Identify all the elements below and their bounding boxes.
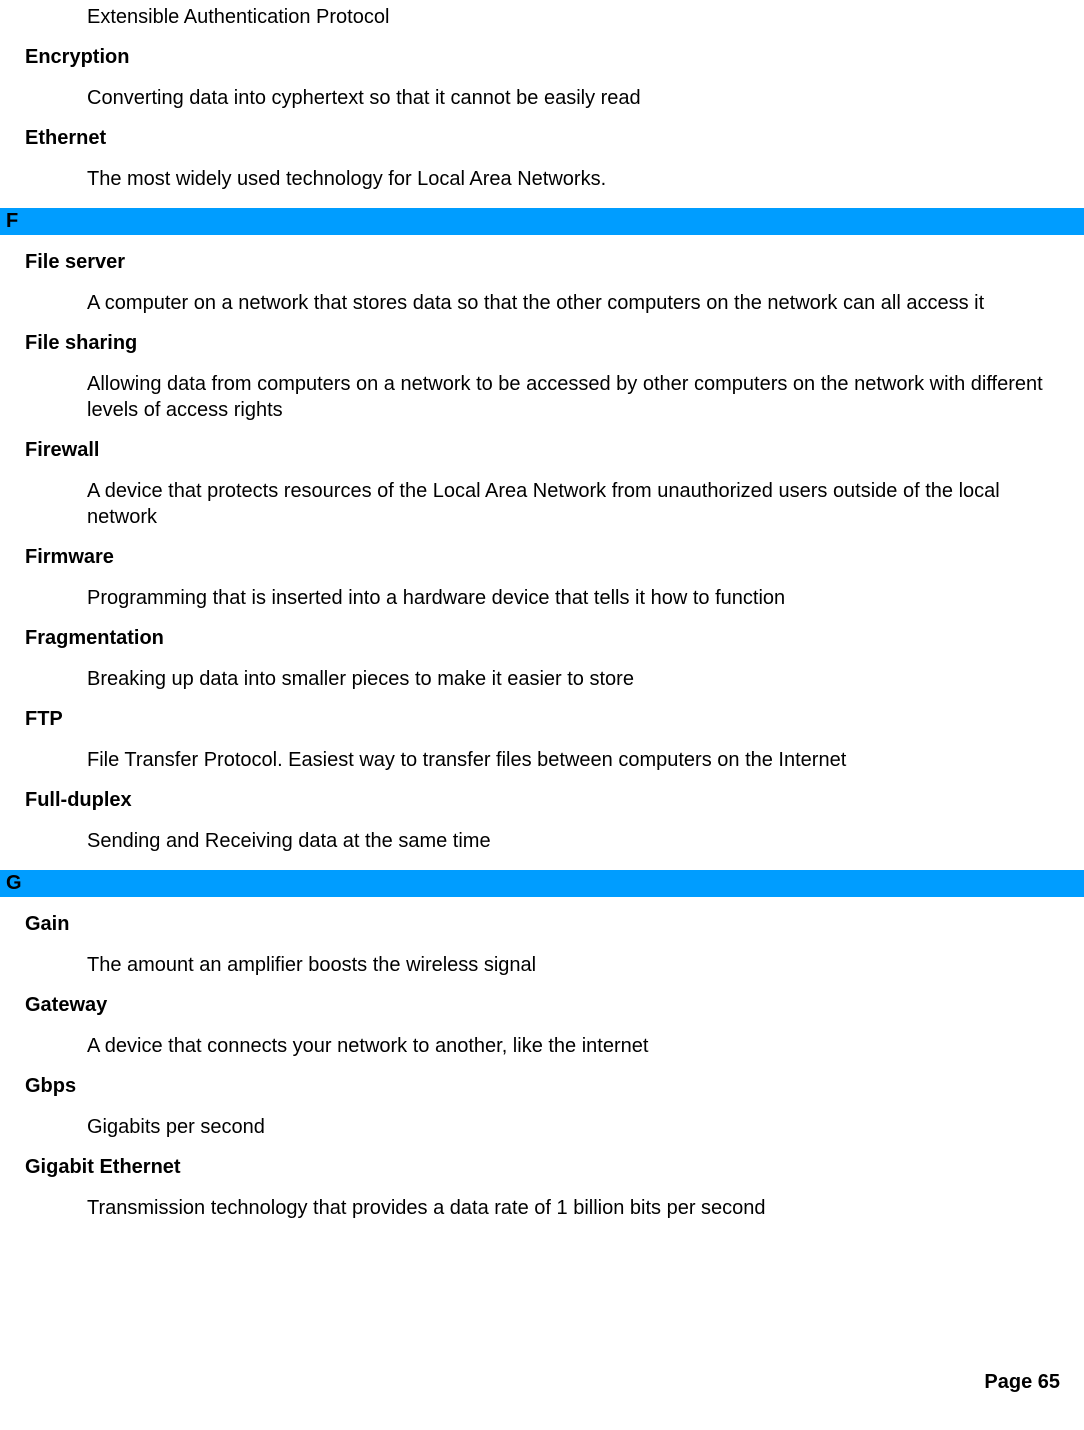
glossary-definition: The most widely used technology for Loca… [0,166,1084,192]
glossary-term: Gain [0,913,1084,936]
glossary-definition: Allowing data from computers on a networ… [0,371,1084,423]
glossary-definition: A device that protects resources of the … [0,478,1084,530]
glossary-term: Fragmentation [0,627,1084,650]
glossary-definition: Programming that is inserted into a hard… [0,585,1084,611]
glossary-definition: A computer on a network that stores data… [0,290,1084,316]
glossary-definition: File Transfer Protocol. Easiest way to t… [0,747,1084,773]
section-header-g: G [0,870,1084,897]
glossary-term: Gbps [0,1075,1084,1098]
glossary-definition: The amount an amplifier boosts the wirel… [0,952,1084,978]
glossary-definition: A device that connects your network to a… [0,1033,1084,1059]
glossary-definition: Converting data into cyphertext so that … [0,85,1084,111]
glossary-definition: Breaking up data into smaller pieces to … [0,666,1084,692]
glossary-term: Gigabit Ethernet [0,1156,1084,1179]
glossary-term: Full-duplex [0,789,1084,812]
glossary-term: Ethernet [0,127,1084,150]
page-number: Page 65 [984,1371,1060,1394]
glossary-definition: Transmission technology that provides a … [0,1195,1084,1221]
glossary-term: Gateway [0,994,1084,1017]
glossary-term: Firewall [0,439,1084,462]
glossary-definition: Sending and Receiving data at the same t… [0,828,1084,854]
glossary-definition: Gigabits per second [0,1114,1084,1140]
glossary-term: Encryption [0,46,1084,69]
glossary-term: FTP [0,708,1084,731]
glossary-term: File sharing [0,332,1084,355]
glossary-term: File server [0,251,1084,274]
glossary-definition: Extensible Authentication Protocol [0,4,1084,30]
section-header-f: F [0,208,1084,235]
glossary-content: Extensible Authentication Protocol Encry… [0,4,1084,1221]
glossary-term: Firmware [0,546,1084,569]
